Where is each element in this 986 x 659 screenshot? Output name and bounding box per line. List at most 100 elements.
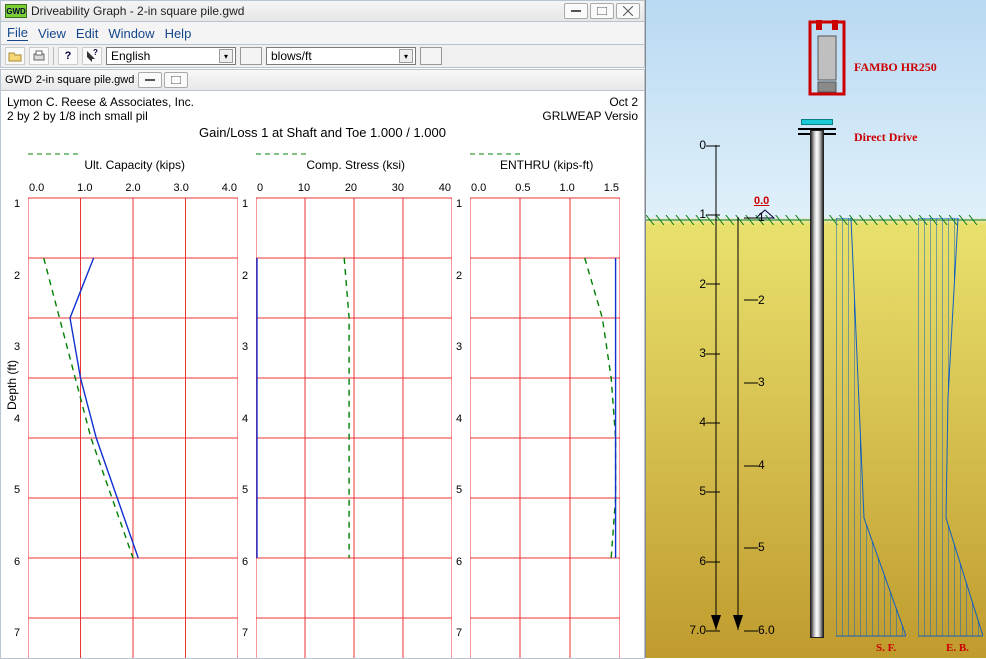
eb-label: E. B. <box>946 642 969 654</box>
x-tick: 0.5 <box>515 182 530 194</box>
x-tick: 1.0 <box>77 182 92 194</box>
x-tick: 0 <box>257 182 263 194</box>
minimize-button[interactable] <box>564 3 588 19</box>
company-label: Lymon C. Reese & Associates, Inc. <box>7 95 194 109</box>
hammer-icon <box>806 20 848 116</box>
diagram-pane: FAMBO HR250 Direct Drive 0.0 01234567.0 … <box>645 0 986 658</box>
x-tick: 1.0 <box>559 182 574 194</box>
date-label: Oct 2 <box>609 95 638 109</box>
x-tick: 2.0 <box>125 182 140 194</box>
chart-2: ENTHRU (kips-ft)0.00.51.01.512345678 <box>470 148 620 659</box>
eb-plot <box>918 218 983 638</box>
y-tick: 4 <box>456 413 462 425</box>
units-combo[interactable]: blows/ft ▾ <box>266 47 416 65</box>
context-help-icon[interactable]: ? <box>82 47 102 65</box>
menu-view[interactable]: View <box>38 26 66 41</box>
child-maximize-button[interactable] <box>164 72 188 88</box>
ruler-tick: 1 <box>744 210 765 224</box>
app-badge: GWD <box>5 4 27 18</box>
main-titlebar: GWD Driveability Graph - 2-in square pil… <box>0 0 645 22</box>
toolbar-btn-2[interactable] <box>420 47 442 65</box>
ruler-tick: 5 <box>686 484 720 498</box>
y-tick: 1 <box>14 198 20 210</box>
y-tick: 7 <box>242 627 248 639</box>
y-tick: 7 <box>14 627 20 639</box>
chart-title: ENTHRU (kips-ft) <box>500 158 593 172</box>
print-icon[interactable] <box>29 47 49 65</box>
x-tick: 40 <box>439 182 451 194</box>
y-tick: 4 <box>242 413 248 425</box>
hammer-label: FAMBO HR250 <box>854 60 937 75</box>
chart-1: Comp. Stress (ksi)01020304012345678 <box>256 148 452 659</box>
ruler-tick: 3 <box>744 375 765 389</box>
ruler-tick: 6.0 <box>744 623 775 637</box>
toolbar: ? ? English ▾ blows/ft ▾ <box>0 44 645 68</box>
pile-icon <box>810 130 824 638</box>
sf-plot <box>836 218 906 638</box>
child-badge: GWD <box>5 74 32 86</box>
close-button[interactable] <box>616 3 640 19</box>
chart-title: Comp. Stress (ksi) <box>306 158 405 172</box>
y-tick: 7 <box>456 627 462 639</box>
y-tick: 2 <box>14 270 20 282</box>
child-title: 2-in square pile.gwd <box>36 74 134 86</box>
x-tick: 0.0 <box>471 182 486 194</box>
y-tick: 5 <box>242 484 248 496</box>
ruler-tick: 4 <box>686 415 720 429</box>
left-pane: GWD Driveability Graph - 2-in square pil… <box>0 0 645 658</box>
window-title: Driveability Graph - 2-in square pile.gw… <box>31 4 560 18</box>
y-tick: 6 <box>14 556 20 568</box>
x-tick: 30 <box>392 182 404 194</box>
ruler-tick: 4 <box>744 458 765 472</box>
y-tick: 3 <box>242 341 248 353</box>
maximize-button[interactable] <box>590 3 614 19</box>
chart-title: Ult. Capacity (kips) <box>84 158 185 172</box>
toolbar-btn-1[interactable] <box>240 47 262 65</box>
cushion-icon <box>801 119 833 125</box>
version-label: GRLWEAP Versio <box>542 109 638 123</box>
menu-window[interactable]: Window <box>108 26 154 41</box>
x-tick: 20 <box>345 182 357 194</box>
ruler-tick: 6 <box>686 554 720 568</box>
y-tick: 5 <box>456 484 462 496</box>
language-combo[interactable]: English ▾ <box>106 47 236 65</box>
y-tick: 1 <box>242 198 248 210</box>
menu-file[interactable]: File <box>7 25 28 41</box>
y-tick: 3 <box>456 341 462 353</box>
x-tick: 10 <box>298 182 310 194</box>
chart-area: Lymon C. Reese & Associates, Inc. Oct 2 … <box>0 91 645 659</box>
y-tick: 2 <box>242 270 248 282</box>
y-tick: 6 <box>456 556 462 568</box>
y-tick: 5 <box>14 484 20 496</box>
open-icon[interactable] <box>5 47 25 65</box>
child-titlebar: GWD 2-in square pile.gwd <box>0 69 645 91</box>
y-tick: 3 <box>14 341 20 353</box>
ruler-tick: 5 <box>744 540 765 554</box>
description-label: 2 by 2 by 1/8 inch small pil <box>7 109 148 123</box>
menubar: File View Edit Window Help <box>0 22 645 44</box>
subtitle-label: Gain/Loss 1 at Shaft and Toe 1.000 / 1.0… <box>7 125 638 140</box>
ruler-tick: 3 <box>686 346 720 360</box>
chevron-down-icon: ▾ <box>399 49 413 63</box>
x-tick: 3.0 <box>174 182 189 194</box>
sf-label: S. F. <box>876 642 896 654</box>
units-value: blows/ft <box>271 49 312 63</box>
x-tick: 4.0 <box>222 182 237 194</box>
child-minimize-button[interactable] <box>138 72 162 88</box>
ruler-tick: 0 <box>686 138 720 152</box>
drive-label: Direct Drive <box>854 130 917 145</box>
language-value: English <box>111 49 150 63</box>
ruler-tick: 2 <box>686 277 720 291</box>
menu-help[interactable]: Help <box>165 26 192 41</box>
x-tick: 0.0 <box>29 182 44 194</box>
y-tick: 2 <box>456 270 462 282</box>
y-tick: 6 <box>242 556 248 568</box>
ruler-tick: 7.0 <box>686 623 720 637</box>
menu-edit[interactable]: Edit <box>76 26 98 41</box>
chevron-down-icon: ▾ <box>219 49 233 63</box>
ruler-tick: 2 <box>744 293 765 307</box>
y-tick: 4 <box>14 413 20 425</box>
svg-text:?: ? <box>93 49 98 57</box>
ruler-tick: 1 <box>686 207 720 221</box>
help-icon[interactable]: ? <box>58 47 78 65</box>
